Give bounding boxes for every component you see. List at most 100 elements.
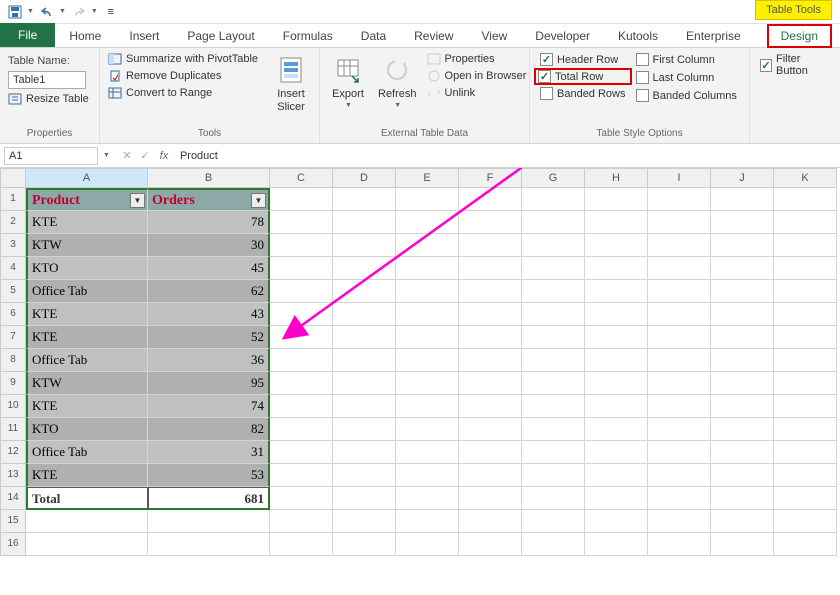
cell[interactable] <box>522 418 585 441</box>
cell[interactable] <box>270 533 333 556</box>
col-header[interactable]: I <box>648 168 711 188</box>
save-icon[interactable] <box>6 3 24 21</box>
col-header[interactable]: C <box>270 168 333 188</box>
cell[interactable] <box>585 487 648 510</box>
cell[interactable] <box>648 234 711 257</box>
name-box[interactable] <box>4 147 98 165</box>
cell[interactable] <box>522 326 585 349</box>
tab-view[interactable]: View <box>468 25 522 47</box>
cell[interactable] <box>333 234 396 257</box>
cell[interactable] <box>459 418 522 441</box>
cell[interactable] <box>711 188 774 211</box>
cell[interactable] <box>711 418 774 441</box>
cell[interactable] <box>459 257 522 280</box>
cell[interactable] <box>459 487 522 510</box>
first-column-checkbox[interactable]: First Column <box>634 52 739 67</box>
cell[interactable] <box>522 257 585 280</box>
cell[interactable]: 31 <box>148 441 270 464</box>
cell[interactable] <box>585 326 648 349</box>
chevron-down-icon[interactable]: ▼ <box>59 8 66 15</box>
cell[interactable] <box>522 303 585 326</box>
export-button[interactable]: Export▼ <box>328 52 368 111</box>
cell[interactable] <box>585 464 648 487</box>
refresh-button[interactable]: Refresh▼ <box>374 52 421 111</box>
cell[interactable] <box>585 510 648 533</box>
row-header[interactable]: 13 <box>0 464 26 487</box>
cell[interactable]: 30 <box>148 234 270 257</box>
cell[interactable] <box>270 257 333 280</box>
cell[interactable] <box>396 257 459 280</box>
cell[interactable] <box>333 372 396 395</box>
cell[interactable]: KTW <box>26 372 148 395</box>
cell[interactable] <box>522 211 585 234</box>
cell[interactable] <box>648 395 711 418</box>
cell[interactable]: 36 <box>148 349 270 372</box>
cell[interactable] <box>459 211 522 234</box>
cell[interactable]: Office Tab <box>26 349 148 372</box>
cell[interactable]: 74 <box>148 395 270 418</box>
cell[interactable] <box>711 533 774 556</box>
cell[interactable] <box>270 510 333 533</box>
col-header[interactable]: F <box>459 168 522 188</box>
cell[interactable] <box>648 464 711 487</box>
cell[interactable] <box>585 533 648 556</box>
cell[interactable] <box>333 441 396 464</box>
cell[interactable] <box>459 303 522 326</box>
resize-table-button[interactable]: Resize Table <box>8 92 91 106</box>
cell[interactable] <box>585 349 648 372</box>
cell[interactable] <box>270 441 333 464</box>
cell[interactable] <box>270 418 333 441</box>
cell[interactable] <box>711 372 774 395</box>
cell[interactable] <box>711 487 774 510</box>
summarize-pivot-button[interactable]: Summarize with PivotTable <box>108 52 265 66</box>
cell[interactable] <box>648 533 711 556</box>
cell[interactable] <box>459 372 522 395</box>
cell[interactable] <box>522 234 585 257</box>
cell[interactable]: Office Tab <box>26 441 148 464</box>
tab-enterprise[interactable]: Enterprise <box>672 25 755 47</box>
cell[interactable] <box>459 188 522 211</box>
cell[interactable] <box>774 510 837 533</box>
row-header[interactable]: 2 <box>0 211 26 234</box>
row-header[interactable]: 7 <box>0 326 26 349</box>
cell[interactable] <box>774 280 837 303</box>
cell[interactable] <box>648 372 711 395</box>
cell[interactable] <box>270 211 333 234</box>
redo-icon[interactable] <box>70 3 88 21</box>
cell[interactable] <box>333 487 396 510</box>
total-row-checkbox[interactable]: Total Row <box>534 68 632 85</box>
cell[interactable] <box>270 464 333 487</box>
row-header[interactable]: 4 <box>0 257 26 280</box>
chevron-down-icon[interactable]: ▼ <box>27 8 34 15</box>
cell[interactable] <box>333 280 396 303</box>
row-header[interactable]: 8 <box>0 349 26 372</box>
cell[interactable]: 45 <box>148 257 270 280</box>
cell[interactable] <box>333 349 396 372</box>
cell[interactable] <box>459 395 522 418</box>
cell[interactable] <box>522 464 585 487</box>
row-header[interactable]: 10 <box>0 395 26 418</box>
cell[interactable] <box>396 487 459 510</box>
cell[interactable] <box>522 188 585 211</box>
tab-file[interactable]: File <box>0 23 55 47</box>
cell[interactable] <box>585 188 648 211</box>
cell[interactable] <box>459 533 522 556</box>
remove-duplicates-button[interactable]: Remove Duplicates <box>108 69 265 83</box>
col-header[interactable]: D <box>333 168 396 188</box>
cell[interactable] <box>333 303 396 326</box>
cell[interactable] <box>648 487 711 510</box>
cell[interactable] <box>396 326 459 349</box>
cell[interactable]: KTE <box>26 303 148 326</box>
tab-home[interactable]: Home <box>55 25 115 47</box>
cell[interactable] <box>648 257 711 280</box>
cell[interactable] <box>774 372 837 395</box>
cell[interactable]: 82 <box>148 418 270 441</box>
cell[interactable] <box>648 418 711 441</box>
cell[interactable] <box>459 234 522 257</box>
cell[interactable] <box>585 395 648 418</box>
cell[interactable] <box>711 510 774 533</box>
row-header[interactable]: 12 <box>0 441 26 464</box>
cell[interactable]: 52 <box>148 326 270 349</box>
cell[interactable] <box>585 234 648 257</box>
cell[interactable] <box>333 418 396 441</box>
